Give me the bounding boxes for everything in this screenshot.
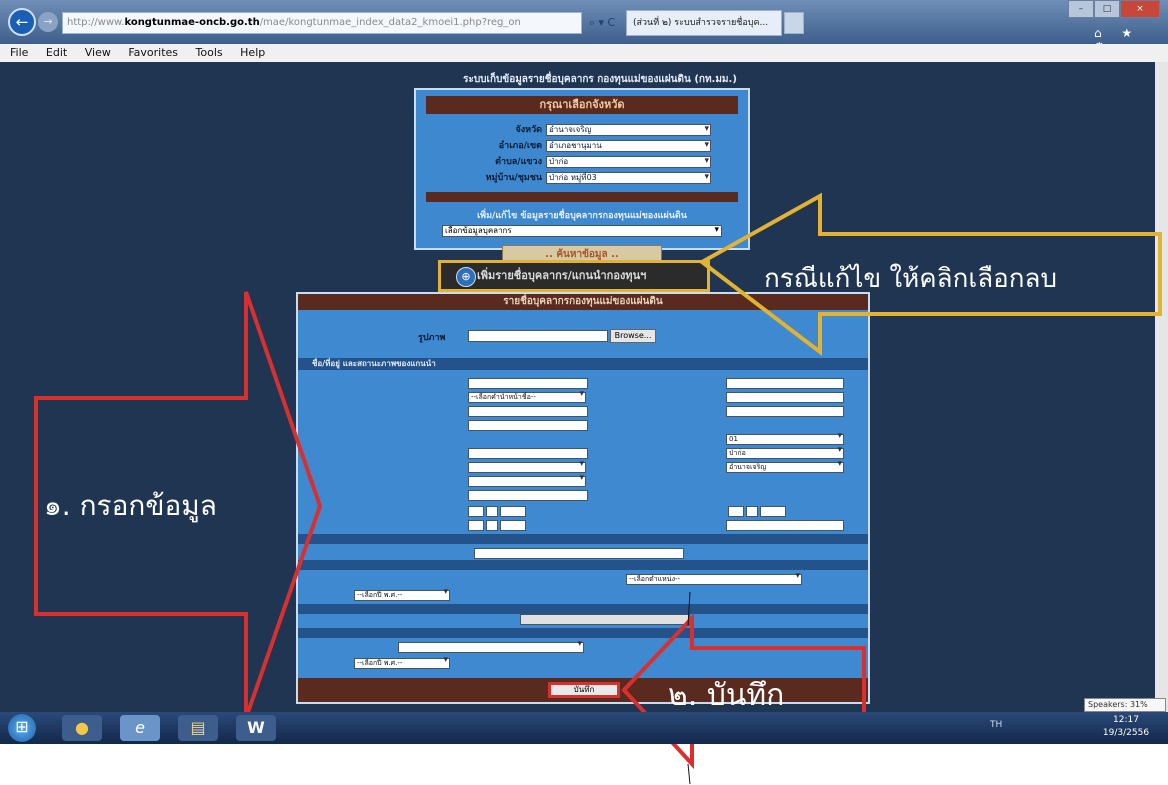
annotation-overlay [34, 192, 1162, 785]
pointer-line-2 [687, 763, 691, 785]
chrome-icon[interactable]: ● [62, 715, 102, 741]
ie-glyph: e [135, 718, 145, 737]
clock-time: 12:17 [1113, 715, 1139, 725]
word-icon[interactable]: W [236, 715, 276, 741]
ie-icon[interactable]: e [120, 715, 160, 741]
start-button[interactable]: ⊞ [8, 714, 36, 742]
screenshot: ← → http://www.kongtunmae-oncb.go.th/mae… [0, 0, 1168, 785]
clock-date: 19/3/2556 [1102, 728, 1150, 738]
callout-text: กรณีแก้ไข ให้คลิกเลือกลบ [764, 264, 1057, 294]
explorer-glyph: ▤ [190, 718, 206, 737]
speaker-tooltip: Speakers: 31% [1084, 698, 1166, 712]
explorer-icon[interactable]: ▤ [178, 715, 218, 741]
taskbar: ⊞ ● e ▤ W TH 12:17 19/3/2556 [0, 712, 1168, 744]
word-glyph: W [247, 718, 265, 737]
clock[interactable]: 12:17 19/3/2556 [1090, 714, 1162, 742]
step1-text: ๑. กรอกข้อมูล [44, 489, 217, 522]
system-tray[interactable]: TH [990, 720, 1080, 736]
chrome-glyph: ● [75, 718, 89, 737]
